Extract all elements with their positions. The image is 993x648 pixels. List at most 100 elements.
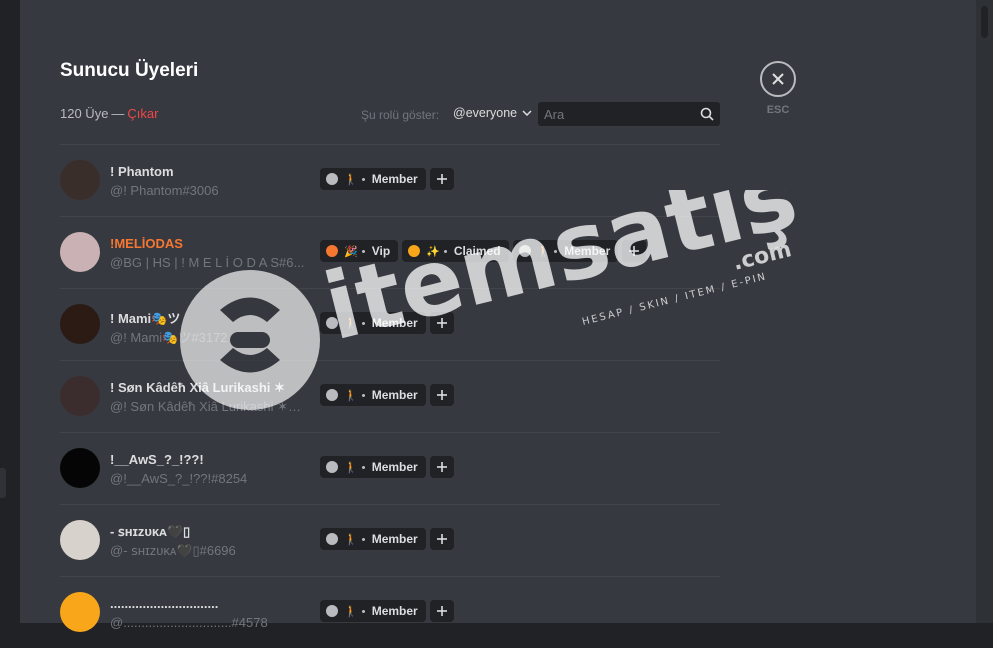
role-color-dot[interactable] xyxy=(326,533,338,545)
left-gutter xyxy=(0,0,20,623)
role-emoji-icon: 🚶 xyxy=(344,173,358,186)
role-emoji-icon: ✨ xyxy=(426,245,440,258)
role-bullet xyxy=(361,249,365,253)
add-role-button[interactable] xyxy=(429,312,454,334)
role-color-dot[interactable] xyxy=(326,389,338,401)
role-bullet xyxy=(361,321,365,325)
member-row[interactable]: ! Phantom @! Phantom#3006 🚶 Member xyxy=(60,144,720,216)
role-pill[interactable]: 🎉 Vip xyxy=(320,240,399,262)
member-row[interactable]: !MELİODAS @BG | HS | ! M E L İ O D A S#6.… xyxy=(60,216,720,288)
role-pill[interactable]: 🚶 Member xyxy=(512,240,619,262)
avatar[interactable] xyxy=(60,448,100,488)
role-label: Member xyxy=(371,388,418,402)
member-name: - ꜱʜɪᴢᴜᴋᴀ🖤▯ xyxy=(110,524,191,539)
role-color-dot[interactable] xyxy=(326,245,338,257)
count-separator: — xyxy=(111,106,125,121)
member-roles: 🚶 Member xyxy=(320,384,454,406)
member-roles: 🚶 Member xyxy=(320,312,454,334)
add-role-button[interactable] xyxy=(429,384,454,406)
add-role-button[interactable] xyxy=(622,240,647,262)
role-emoji-icon: 🎉 xyxy=(344,245,358,258)
role-pill[interactable]: 🚶 Member xyxy=(320,600,426,622)
member-row[interactable]: .............................. @.........… xyxy=(60,576,720,648)
close-icon xyxy=(772,73,784,85)
role-filter-value: @everyone xyxy=(453,106,518,120)
member-roles: 🎉 Vip ✨ Claimed 🚶 Member xyxy=(320,240,647,262)
add-role-button[interactable] xyxy=(429,528,454,550)
avatar[interactable] xyxy=(60,592,100,632)
member-row[interactable]: ! Mami🎭ツ @! Mami🎭ツ#3172 🚶 Member xyxy=(60,288,720,360)
role-label: Claimed xyxy=(453,244,501,258)
page-scrollbar[interactable] xyxy=(976,0,993,623)
role-bullet xyxy=(443,249,447,253)
plus-icon xyxy=(436,318,447,328)
role-label: Member xyxy=(371,172,418,186)
avatar[interactable] xyxy=(60,232,100,272)
role-filter-select[interactable]: @everyone xyxy=(453,106,532,120)
avatar[interactable] xyxy=(60,160,100,200)
role-color-dot[interactable] xyxy=(518,245,531,257)
role-bullet xyxy=(361,609,365,613)
role-label: Vip xyxy=(371,244,391,258)
member-count: 120 Üye xyxy=(60,106,109,121)
add-role-button[interactable] xyxy=(429,168,454,190)
role-label: Member xyxy=(371,532,418,546)
role-label: Member xyxy=(371,460,418,474)
member-row[interactable]: ! Søn Kâdêħ Xiâ Lurikashi ✶ @! Søn Kâdêħ … xyxy=(60,360,720,432)
role-pill[interactable]: ✨ Claimed xyxy=(402,240,509,262)
close-button[interactable] xyxy=(760,61,796,97)
role-pill[interactable]: 🚶 Member xyxy=(320,384,426,406)
member-tag: @- ꜱʜɪᴢᴜᴋᴀ🖤▯#6696 xyxy=(110,543,236,558)
search-input[interactable] xyxy=(544,106,694,122)
plus-icon xyxy=(436,462,447,472)
role-emoji-icon: 🚶 xyxy=(344,317,358,330)
role-pill[interactable]: 🚶 Member xyxy=(320,528,426,550)
member-name: .............................. xyxy=(110,596,219,611)
role-color-dot[interactable] xyxy=(326,461,338,473)
close-control[interactable]: ESC xyxy=(760,61,796,116)
avatar[interactable] xyxy=(60,376,100,416)
role-emoji-icon: 🚶 xyxy=(344,533,358,546)
plus-icon xyxy=(436,606,447,616)
plus-icon xyxy=(629,246,640,256)
role-filter-label: Şu rolü göster: xyxy=(361,108,440,122)
role-label: Member xyxy=(371,316,418,330)
role-bullet xyxy=(361,393,365,397)
member-tag: @! Mami🎭ツ#3172 xyxy=(110,330,228,345)
role-label: Member xyxy=(564,244,611,258)
scrollbar-thumb[interactable] xyxy=(981,6,988,38)
role-color-dot[interactable] xyxy=(408,245,421,257)
member-name: ! Mami🎭ツ xyxy=(110,311,181,326)
member-count-line: 120 Üye — Çıkar xyxy=(60,106,158,121)
role-label: Member xyxy=(371,604,418,618)
member-name: !MELİODAS xyxy=(110,236,183,251)
role-pill[interactable]: 🚶 Member xyxy=(320,312,426,334)
plus-icon xyxy=(436,534,447,544)
add-role-button[interactable] xyxy=(429,600,454,622)
avatar[interactable] xyxy=(60,520,100,560)
role-bullet xyxy=(554,249,558,253)
role-color-dot[interactable] xyxy=(326,605,338,617)
search-icon xyxy=(700,107,714,121)
avatar[interactable] xyxy=(60,304,100,344)
role-bullet xyxy=(361,177,365,181)
role-emoji-icon: 🚶 xyxy=(344,461,358,474)
plus-icon xyxy=(436,390,447,400)
guild-indicator xyxy=(0,468,6,498)
role-emoji-icon: 🚶 xyxy=(344,605,358,618)
member-row[interactable]: !__AwS_?_!??! @!__AwS_?_!??!#8254 🚶 Member xyxy=(60,432,720,504)
role-pill[interactable]: 🚶 Member xyxy=(320,168,426,190)
role-emoji-icon: 🚶 xyxy=(536,245,551,258)
role-color-dot[interactable] xyxy=(326,317,338,329)
prune-link[interactable]: Çıkar xyxy=(127,106,158,121)
member-name: ! Søn Kâdêħ Xiâ Lurikashi ✶ xyxy=(110,380,285,395)
role-bullet xyxy=(361,465,365,469)
member-roles: 🚶 Member xyxy=(320,456,454,478)
search-box[interactable] xyxy=(538,102,720,126)
role-emoji-icon: 🚶 xyxy=(344,389,358,402)
member-row[interactable]: - ꜱʜɪᴢᴜᴋᴀ🖤▯ @- ꜱʜɪᴢᴜᴋᴀ🖤▯#6696 🚶 Member xyxy=(60,504,720,576)
role-color-dot[interactable] xyxy=(326,173,338,185)
add-role-button[interactable] xyxy=(429,456,454,478)
chevron-down-icon xyxy=(522,110,532,116)
role-pill[interactable]: 🚶 Member xyxy=(320,456,426,478)
